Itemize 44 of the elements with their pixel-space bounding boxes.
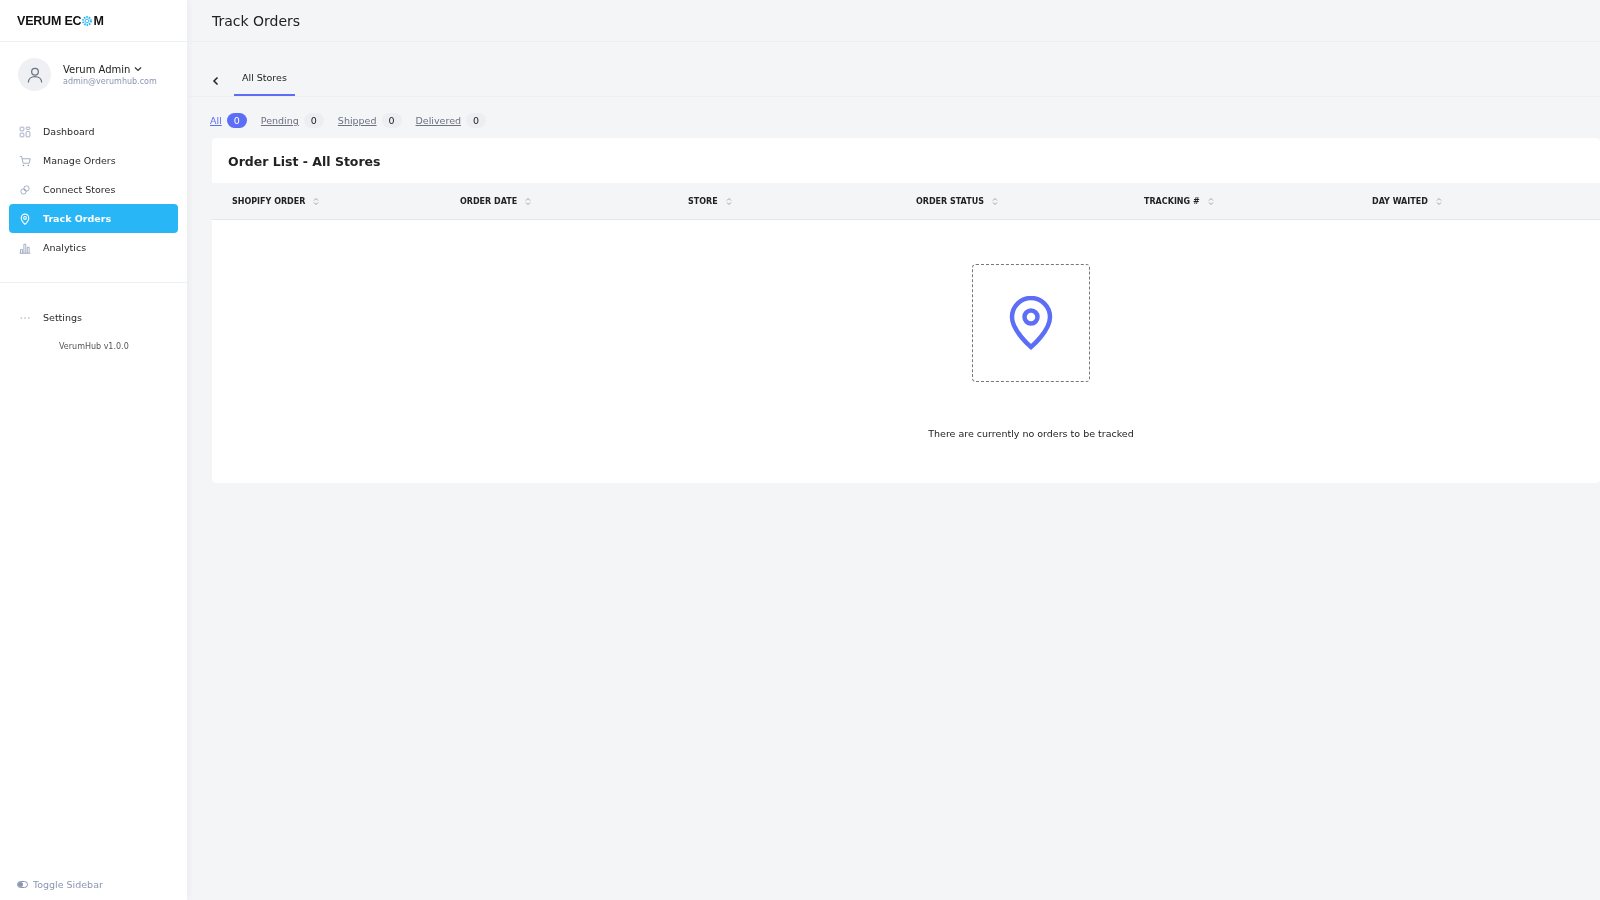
nav-item[interactable]: Analytics <box>9 233 178 262</box>
column-header[interactable]: ORDER STATUS <box>916 196 998 206</box>
settings-button[interactable]: Settings <box>9 303 178 332</box>
toggle-switch-icon <box>17 881 28 888</box>
bar-chart-icon <box>19 241 31 254</box>
nav-item[interactable]: Connect Stores <box>9 175 178 204</box>
sort-icon <box>525 196 532 206</box>
filter-link[interactable]: Shipped <box>337 115 377 126</box>
chevron-left-icon <box>212 76 220 86</box>
sort-icon <box>991 196 998 206</box>
grid-icon <box>19 125 31 138</box>
avatar <box>18 58 51 91</box>
count-badge: 0 <box>466 113 487 128</box>
logo: VERUM EC M <box>17 13 104 28</box>
nav-item[interactable]: Manage Orders <box>9 146 178 175</box>
card-title: Order List - All Stores <box>227 153 382 171</box>
store-tab[interactable]: All Stores <box>234 64 295 96</box>
page-title: Track Orders <box>212 12 301 29</box>
count-badge: 0 <box>226 113 247 128</box>
link-icon <box>19 183 31 196</box>
user-menu-button[interactable]: Verum Admin <box>63 63 157 75</box>
sort-icon <box>1435 196 1442 206</box>
location-pin-icon <box>1008 296 1054 350</box>
column-header[interactable]: STORE <box>688 196 732 206</box>
version-label: VerumHub v1.0.0 <box>58 341 130 351</box>
empty-message: There are currently no orders to be tracked <box>928 428 1134 439</box>
column-header[interactable]: TRACKING # <box>1144 196 1214 206</box>
column-header[interactable]: DAY WAITED <box>1372 196 1442 206</box>
count-badge: 0 <box>303 113 324 128</box>
user-email: admin@verumhub.com <box>63 76 157 86</box>
column-header[interactable]: ORDER DATE <box>460 196 532 206</box>
gear-icon <box>81 14 94 27</box>
filter-link[interactable]: Pending <box>260 115 299 126</box>
filter-link[interactable]: Delivered <box>415 115 462 126</box>
location-pin-icon <box>19 212 31 225</box>
cart-icon <box>19 154 31 167</box>
nav-item[interactable]: Dashboard <box>9 117 178 146</box>
sort-icon <box>725 196 732 206</box>
count-badge: 0 <box>381 113 402 128</box>
chevron-down-icon <box>134 65 143 73</box>
sort-icon <box>1207 196 1214 206</box>
column-header[interactable]: SHOPIFY ORDER <box>232 196 320 206</box>
filter-link[interactable]: All <box>210 115 222 126</box>
sort-icon <box>313 196 320 206</box>
